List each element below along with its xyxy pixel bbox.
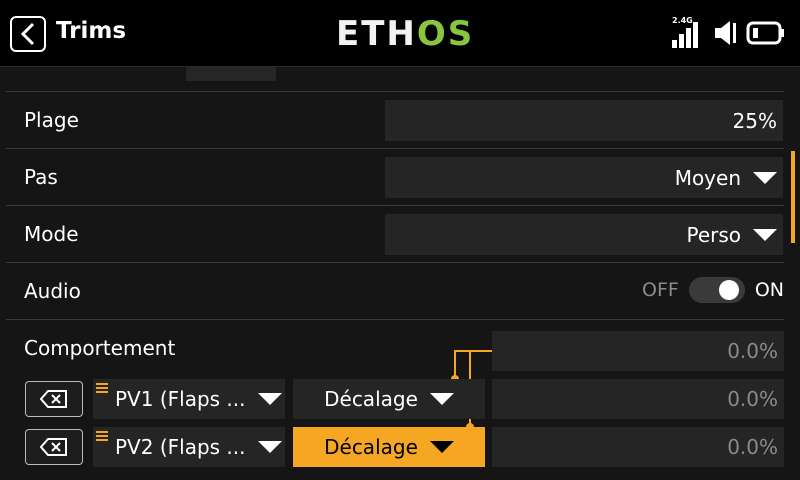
delete-source-1-button[interactable] [25, 381, 83, 417]
step-dropdown[interactable]: Moyen [385, 157, 783, 198]
audio-toggle[interactable] [688, 277, 745, 303]
range-label: Plage [24, 108, 79, 132]
dropdown-arrow-icon [753, 171, 777, 184]
drag-handle-icon [96, 431, 108, 443]
signal-icon: 2.4G [672, 16, 706, 48]
behavior-value-field[interactable]: 0.0% [492, 331, 784, 371]
source-2-dropdown[interactable]: PV2 (Flaps ... [93, 427, 285, 467]
dropdown-arrow-icon [429, 393, 454, 405]
mode-dropdown[interactable]: Perso [385, 214, 783, 255]
step-row: Pas Moyen [6, 148, 784, 205]
chevron-down-icon: ▼ [755, 67, 766, 69]
audio-toggle-group: OFF ON [642, 277, 784, 303]
step-value: Moyen [674, 165, 741, 190]
battery-icon [746, 21, 784, 45]
audio-on-label: ON [754, 279, 784, 301]
dropdown-arrow-icon [753, 228, 777, 241]
toggle-knob [718, 280, 739, 300]
behavior-label: Comportement [24, 336, 176, 360]
audio-label: Audio [24, 279, 81, 303]
range-value: 25% [732, 108, 777, 133]
top-bar: Trims ETHOS 2.4G [0, 0, 800, 67]
mode-row: Mode Perso [6, 205, 784, 262]
dropdown-arrow-icon [257, 393, 282, 405]
source-1-mode-dropdown[interactable]: Décalage [293, 379, 485, 419]
status-icons: 2.4G [672, 16, 786, 50]
mode-label: Mode [24, 222, 79, 246]
audio-off-label: OFF [642, 279, 679, 301]
backspace-icon [40, 390, 67, 408]
partially-scrolled-row: ▼ [0, 67, 800, 87]
delete-source-2-button[interactable] [25, 429, 83, 465]
backspace-icon [40, 438, 67, 456]
range-row: Plage 25% [6, 91, 784, 148]
source-2-mode: Décalage [324, 435, 418, 459]
chevron-left-icon [20, 22, 35, 46]
ethos-logo: ETHOS [336, 14, 475, 54]
speaker-icon [715, 21, 736, 45]
source-2-value-field[interactable]: 0.0% [492, 427, 784, 467]
scrollbar[interactable] [791, 151, 795, 243]
mode-value: Perso [686, 222, 741, 247]
drag-handle-icon [96, 383, 108, 395]
back-button[interactable] [10, 16, 46, 52]
source-2-mode-dropdown[interactable]: Décalage [293, 427, 485, 467]
settings-list[interactable]: ▼ Plage 25% Pas Moyen Mode Perso Audio O… [0, 67, 800, 480]
range-field[interactable]: 25% [385, 100, 783, 141]
audio-row: Audio OFF ON [6, 262, 784, 319]
source-2-value: PV2 (Flaps ... [115, 435, 246, 459]
source-1-value: PV1 (Flaps ... [115, 387, 246, 411]
page-title: Trims [56, 18, 127, 44]
dropdown-arrow-icon [429, 441, 454, 453]
step-label: Pas [24, 165, 58, 189]
source-1-value-field[interactable]: 0.0% [492, 379, 784, 419]
source-1-dropdown[interactable]: PV1 (Flaps ... [93, 379, 285, 419]
dropdown-arrow-icon [257, 441, 282, 453]
source-1-mode: Décalage [324, 387, 418, 411]
